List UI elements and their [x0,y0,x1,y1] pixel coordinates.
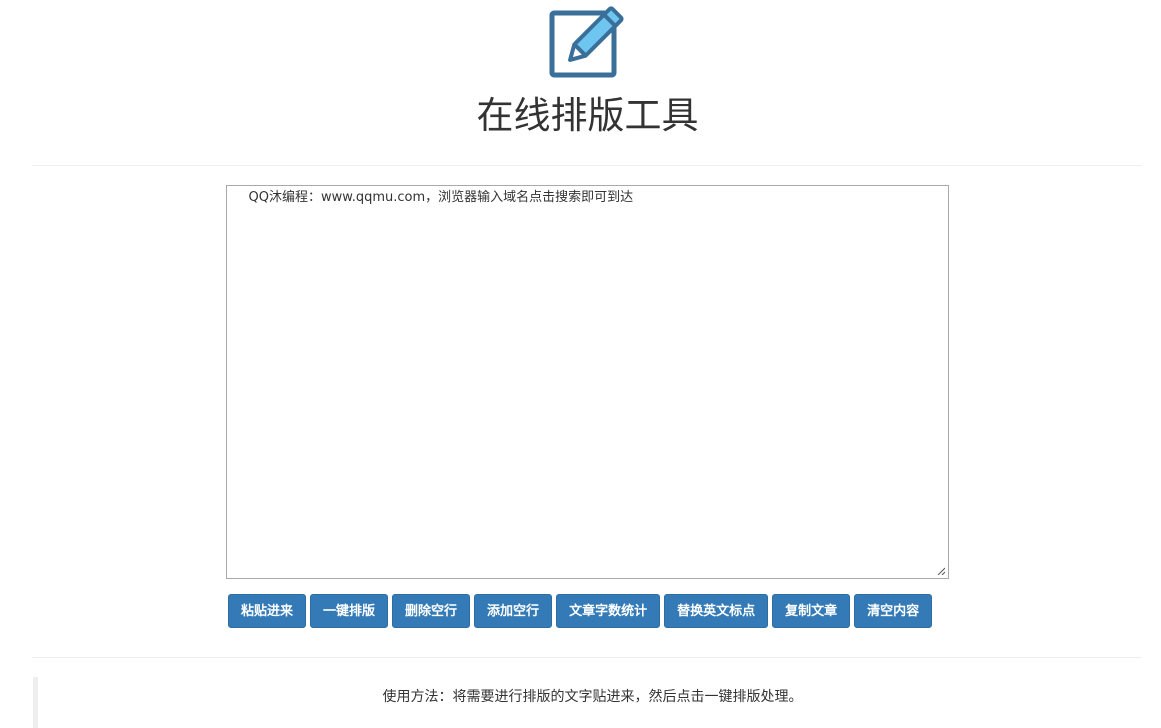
auto-format-button[interactable]: 一键排版 [310,594,389,628]
footer-divider [32,657,1142,658]
usage-note: 使用方法：将需要进行排版的文字贴进来，然后点击一键排版处理。 [33,677,1142,728]
clear-content-button[interactable]: 清空内容 [854,594,933,628]
remove-blank-lines-button[interactable]: 删除空行 [392,594,471,628]
pencil-square-icon [549,6,624,78]
word-count-button[interactable]: 文章字数统计 [556,594,661,628]
usage-text: 使用方法：将需要进行排版的文字贴进来，然后点击一键排版处理。 [382,689,803,705]
add-blank-lines-button[interactable]: 添加空行 [474,594,553,628]
replace-punctuation-button[interactable]: 替换英文标点 [664,594,769,628]
header-divider [32,165,1142,166]
copy-article-button[interactable]: 复制文章 [772,594,851,628]
page-title: 在线排版工具 [476,94,699,137]
action-toolbar: 粘贴进来 一键排版 删除空行 添加空行 文章字数统计 替换英文标点 复制文章 清… [228,594,933,628]
paste-button[interactable]: 粘贴进来 [228,594,307,628]
text-editor[interactable]: QQ沐编程：www.qqmu.com，浏览器输入域名点击搜索即可到达 [226,185,949,579]
page: 在线排版工具 QQ沐编程：www.qqmu.com，浏览器输入域名点击搜索即可到… [0,0,1161,728]
resize-grip-icon[interactable] [937,567,945,575]
